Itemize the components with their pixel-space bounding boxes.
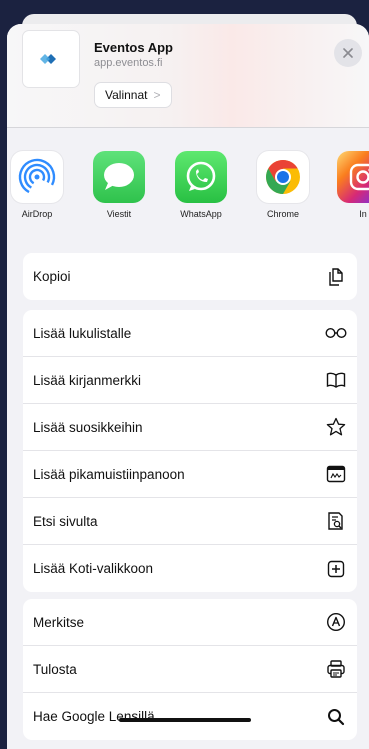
chrome-icon xyxy=(257,151,309,203)
actions-group-add: Lisää lukulistalle Lisää kirjanmerkki Li… xyxy=(23,310,357,592)
action-label: Lisää Koti-valikkoon xyxy=(33,561,154,576)
action-label: Lisää lukulistalle xyxy=(33,325,132,341)
action-label: Tulosta xyxy=(33,661,77,677)
add-square-icon xyxy=(325,558,347,580)
actions-group-copy: Kopioi xyxy=(23,253,357,300)
action-add-favorites[interactable]: Lisää suosikkeihin xyxy=(23,404,357,451)
close-button[interactable] xyxy=(334,39,362,67)
share-apps-row: AirDrop Viestit WhatsApp Chrome In xyxy=(7,151,369,231)
action-label: Etsi sivulta xyxy=(33,513,98,529)
airdrop-icon xyxy=(11,151,63,203)
action-label: Lisää kirjanmerkki xyxy=(33,372,142,388)
share-app-label: WhatsApp xyxy=(180,209,222,219)
action-add-home-screen[interactable]: Lisää Koti-valikkoon xyxy=(23,545,357,592)
whatsapp-icon xyxy=(175,151,227,203)
header-divider xyxy=(7,127,369,128)
share-app-label: In xyxy=(359,209,367,219)
share-header: Eventos App app.eventos.fi Valinnat > xyxy=(7,24,369,127)
close-icon xyxy=(343,48,353,58)
share-app-messages[interactable]: Viestit xyxy=(87,151,151,219)
home-indicator[interactable] xyxy=(119,718,251,722)
search-icon xyxy=(325,706,347,728)
options-button[interactable]: Valinnat > xyxy=(94,82,172,108)
action-add-bookmark[interactable]: Lisää kirjanmerkki xyxy=(23,357,357,404)
share-app-label: AirDrop xyxy=(21,209,53,219)
action-google-lens[interactable]: Hae Google Lensillä xyxy=(23,693,357,740)
star-icon xyxy=(325,416,347,438)
action-find-in-page[interactable]: Etsi sivulta xyxy=(23,498,357,545)
share-app-label: Viestit xyxy=(106,209,132,219)
action-add-reading-list[interactable]: Lisää lukulistalle xyxy=(23,310,357,357)
action-label: Kopioi xyxy=(33,269,71,284)
share-app-airdrop[interactable]: AirDrop xyxy=(7,151,69,219)
markup-icon xyxy=(325,611,347,633)
eventos-logo-icon xyxy=(40,54,56,64)
book-icon xyxy=(325,369,347,391)
share-app-label: Chrome xyxy=(266,209,299,219)
share-app-instagram[interactable]: In xyxy=(331,151,369,219)
quick-note-icon xyxy=(325,463,347,485)
action-print[interactable]: Tulosta xyxy=(23,646,357,693)
action-label: Lisää suosikkeihin xyxy=(33,419,143,435)
action-label: Lisää pikamuistiinpanoon xyxy=(33,466,185,482)
reading-glasses-icon xyxy=(325,322,347,344)
action-add-quick-note[interactable]: Lisää pikamuistiinpanoon xyxy=(23,451,357,498)
action-label: Merkitse xyxy=(33,614,85,630)
options-button-label: Valinnat xyxy=(105,88,148,102)
app-title: Eventos App xyxy=(94,40,173,55)
action-markup[interactable]: Merkitse xyxy=(23,599,357,646)
share-sheet: Eventos App app.eventos.fi Valinnat > Ai… xyxy=(7,24,369,749)
copy-icon xyxy=(325,266,347,288)
app-url: app.eventos.fi xyxy=(94,57,163,69)
app-thumbnail xyxy=(23,31,79,87)
find-in-page-icon xyxy=(325,510,347,532)
printer-icon xyxy=(325,658,347,680)
instagram-icon xyxy=(337,151,369,203)
action-copy[interactable]: Kopioi xyxy=(23,253,357,300)
messages-icon xyxy=(93,151,145,203)
share-app-whatsapp[interactable]: WhatsApp xyxy=(169,151,233,219)
chevron-right-icon: > xyxy=(153,88,161,102)
share-app-chrome[interactable]: Chrome xyxy=(251,151,315,219)
